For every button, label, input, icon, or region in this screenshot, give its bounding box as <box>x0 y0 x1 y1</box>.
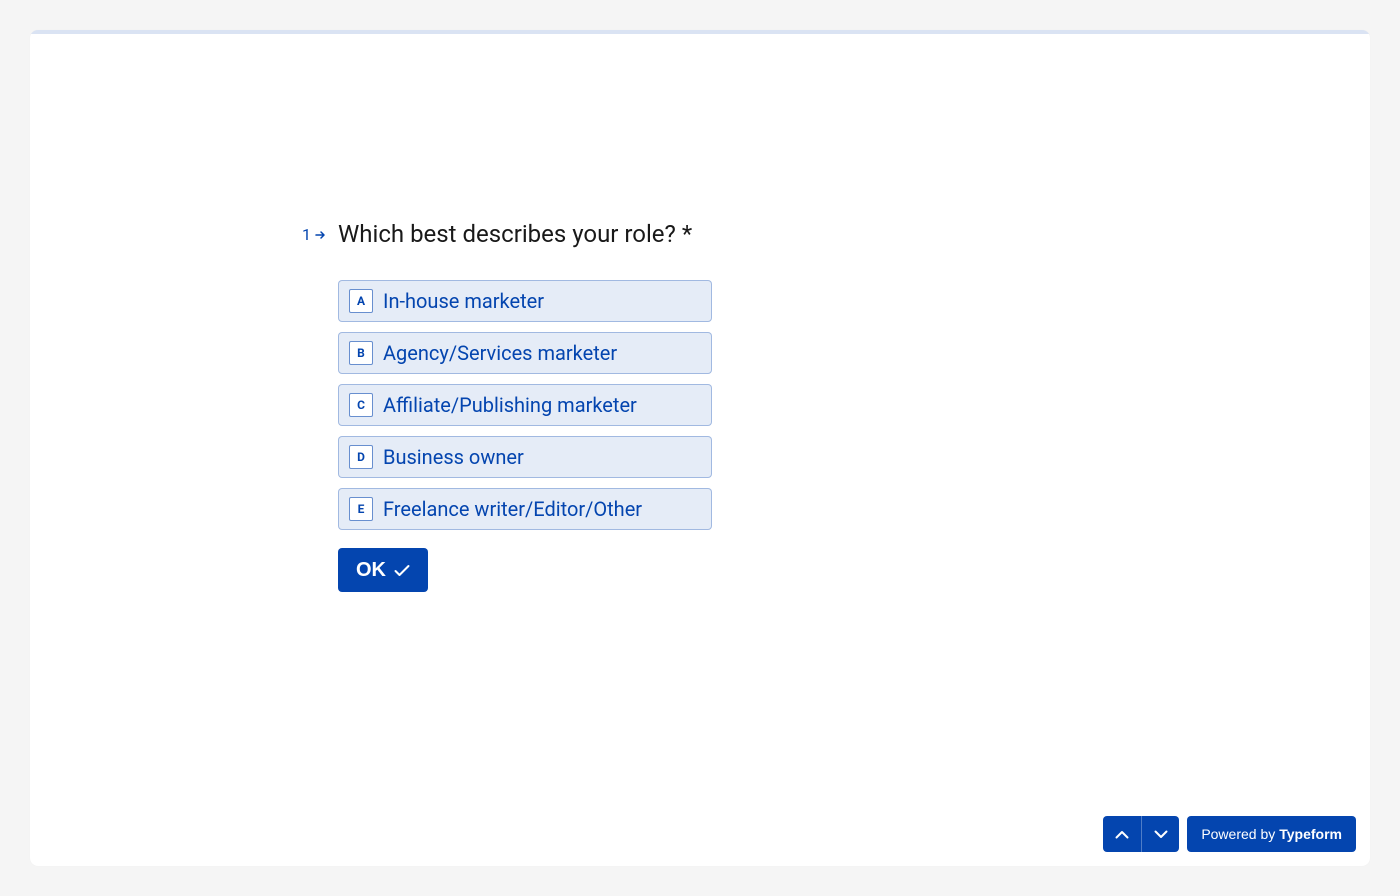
powered-by-prefix: Powered by <box>1201 826 1275 842</box>
option-label: In-house marketer <box>383 287 544 315</box>
check-icon <box>394 564 410 577</box>
question-header: 1 Which best describes your role? * <box>302 218 1330 250</box>
option-key: B <box>349 341 373 365</box>
option-label: Affiliate/Publishing marketer <box>383 391 637 419</box>
chevron-up-icon <box>1115 830 1129 839</box>
option-agency-services-marketer[interactable]: B Agency/Services marketer <box>338 332 712 374</box>
option-label: Freelance writer/Editor/Other <box>383 495 642 523</box>
option-key: D <box>349 445 373 469</box>
form-card: 1 Which best describes your role? * A In… <box>30 30 1370 866</box>
option-label: Agency/Services marketer <box>383 339 617 367</box>
question-number: 1 <box>302 225 326 244</box>
question-number-value: 1 <box>302 225 311 244</box>
ok-button[interactable]: OK <box>338 548 428 592</box>
form-footer: Powered by Typeform <box>1103 816 1356 852</box>
progress-bar <box>30 30 1370 34</box>
option-key: E <box>349 497 373 521</box>
nav-buttons <box>1103 816 1179 852</box>
next-question-button[interactable] <box>1141 816 1179 852</box>
ok-button-label: OK <box>356 559 386 582</box>
option-freelance-writer-editor-other[interactable]: E Freelance writer/Editor/Other <box>338 488 712 530</box>
powered-by-brand: Typeform <box>1279 826 1342 842</box>
question-title: Which best describes your role? * <box>338 218 692 250</box>
option-in-house-marketer[interactable]: A In-house marketer <box>338 280 712 322</box>
option-label: Business owner <box>383 443 524 471</box>
option-list: A In-house marketer B Agency/Services ma… <box>338 280 712 530</box>
option-key: A <box>349 289 373 313</box>
option-key: C <box>349 393 373 417</box>
option-affiliate-publishing-marketer[interactable]: C Affiliate/Publishing marketer <box>338 384 712 426</box>
option-business-owner[interactable]: D Business owner <box>338 436 712 478</box>
powered-by-link[interactable]: Powered by Typeform <box>1187 816 1356 852</box>
arrow-right-icon <box>315 230 326 240</box>
chevron-down-icon <box>1154 830 1168 839</box>
prev-question-button[interactable] <box>1103 816 1141 852</box>
question-block: 1 Which best describes your role? * A In… <box>302 218 1330 592</box>
